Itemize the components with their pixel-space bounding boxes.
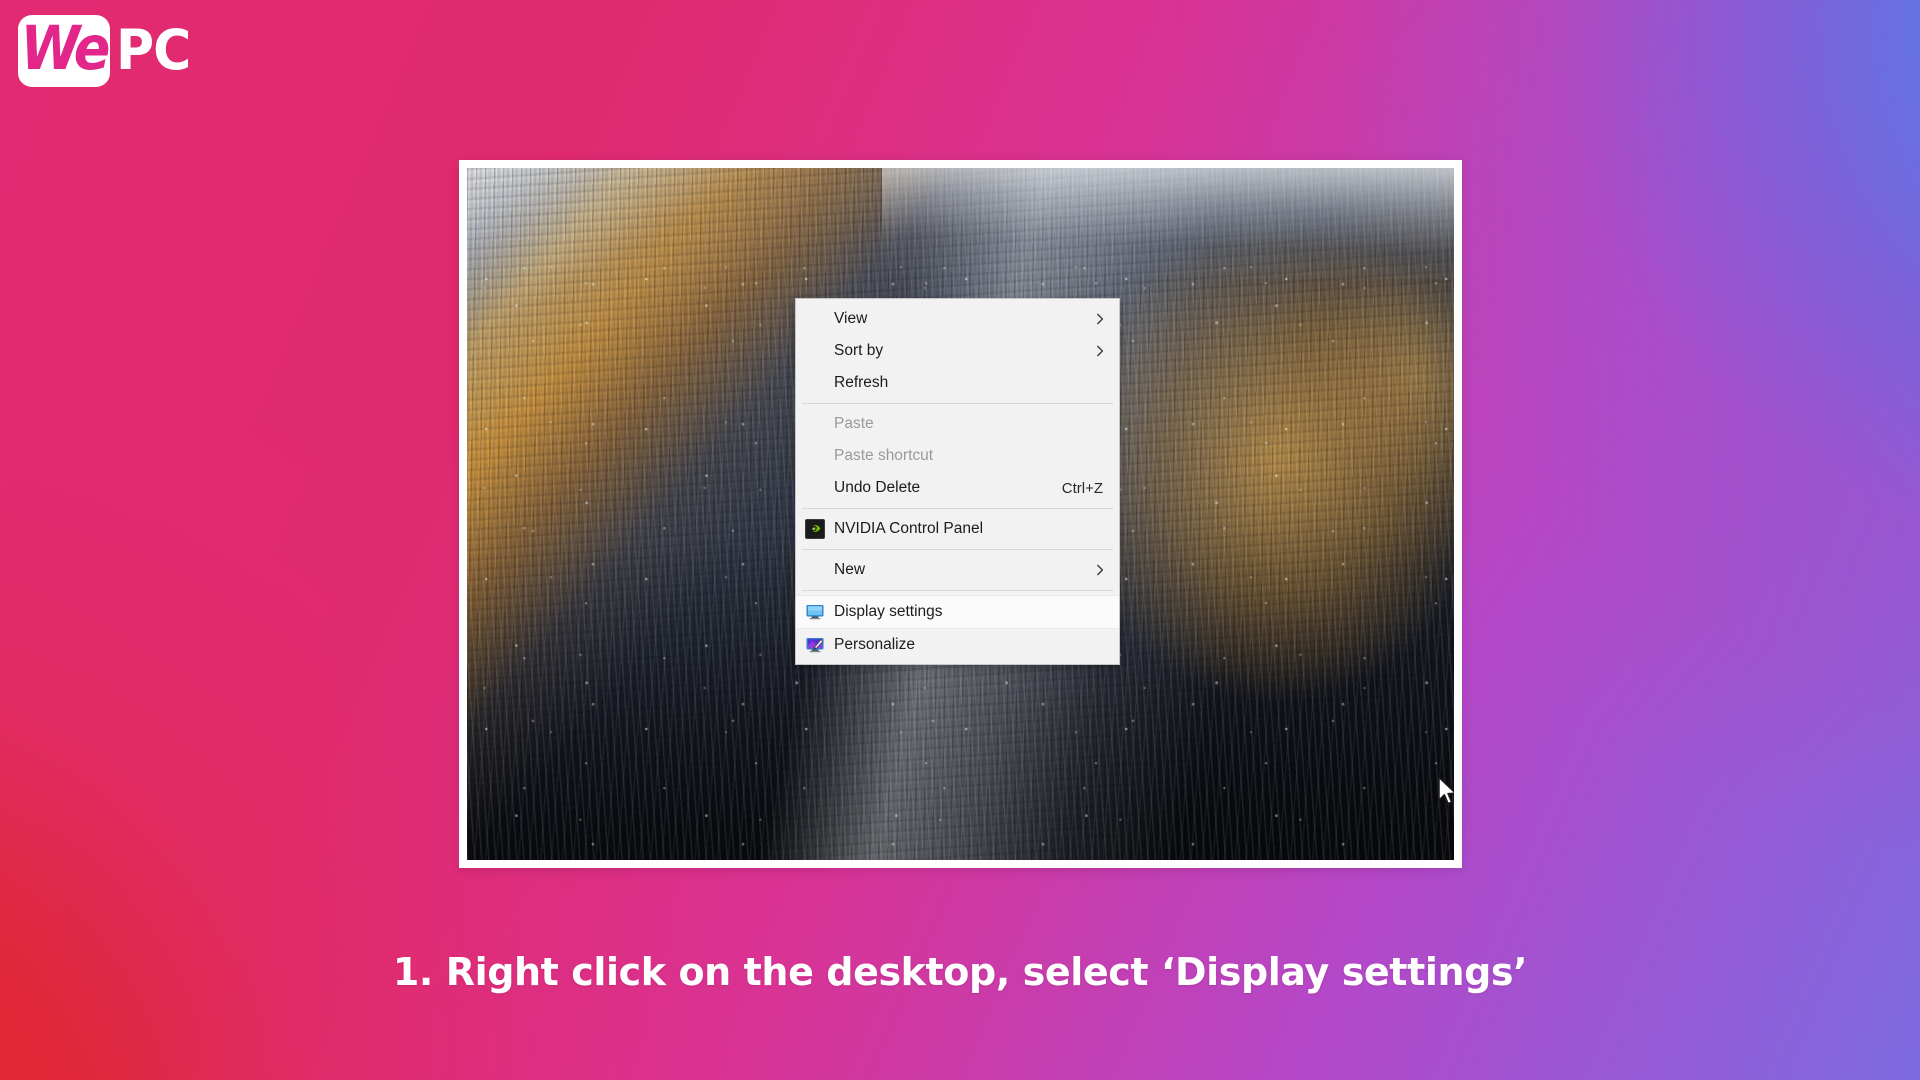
menu-item-personalize[interactable]: Personalize bbox=[796, 629, 1119, 661]
chevron-right-icon bbox=[1097, 564, 1104, 576]
menu-item-paste-shortcut: Paste shortcut bbox=[796, 440, 1119, 472]
menu-separator bbox=[802, 508, 1113, 509]
chevron-right-icon bbox=[1097, 345, 1104, 357]
menu-item-label: New bbox=[834, 561, 866, 578]
logo-mark: We bbox=[18, 15, 110, 87]
logo-mark-text: We bbox=[20, 15, 110, 84]
menu-item-display-settings[interactable]: Display settings bbox=[796, 595, 1119, 629]
menu-item-new[interactable]: New bbox=[796, 554, 1119, 586]
menu-item-sort-by[interactable]: Sort by bbox=[796, 335, 1119, 367]
desktop-canvas: View Sort by Refresh Paste Paste shortcut Und… bbox=[467, 168, 1454, 860]
menu-item-label: Paste shortcut bbox=[834, 447, 934, 464]
menu-item-label: Paste bbox=[834, 415, 874, 432]
menu-item-refresh[interactable]: Refresh bbox=[796, 367, 1119, 399]
chevron-right-icon bbox=[1097, 313, 1104, 325]
menu-item-paste: Paste bbox=[796, 408, 1119, 440]
menu-item-label: Personalize bbox=[834, 636, 915, 653]
menu-separator bbox=[802, 403, 1113, 404]
wepc-logo: We PC bbox=[18, 10, 208, 92]
menu-item-label: Refresh bbox=[834, 374, 889, 391]
menu-item-label: View bbox=[834, 310, 868, 327]
menu-item-label: Undo Delete bbox=[834, 479, 921, 496]
menu-item-label: Display settings bbox=[834, 603, 943, 620]
menu-item-label: NVIDIA Control Panel bbox=[834, 520, 984, 537]
step-caption: 1. Right click on the desktop, select ‘D… bbox=[392, 950, 1528, 994]
screenshot-frame: View Sort by Refresh Paste Paste shortcut Und… bbox=[459, 160, 1462, 868]
page-root: We PC View Sort by Refresh Paste Paste short… bbox=[0, 0, 1920, 1080]
menu-item-nvidia-control-panel[interactable]: NVIDIA Control Panel bbox=[796, 513, 1119, 545]
menu-separator bbox=[802, 590, 1113, 591]
menu-separator bbox=[802, 549, 1113, 550]
menu-item-label: Sort by bbox=[834, 342, 884, 359]
logo-wordmark: PC bbox=[116, 19, 191, 83]
menu-item-undo-delete[interactable]: Undo Delete Ctrl+Z bbox=[796, 472, 1119, 504]
desktop-context-menu[interactable]: View Sort by Refresh Paste Paste shortcut Und… bbox=[795, 298, 1120, 665]
menu-item-shortcut: Ctrl+Z bbox=[1061, 479, 1103, 497]
menu-item-view[interactable]: View bbox=[796, 303, 1119, 335]
nvidia-icon bbox=[805, 519, 825, 539]
personalize-icon bbox=[805, 635, 825, 655]
display-icon bbox=[805, 602, 825, 622]
